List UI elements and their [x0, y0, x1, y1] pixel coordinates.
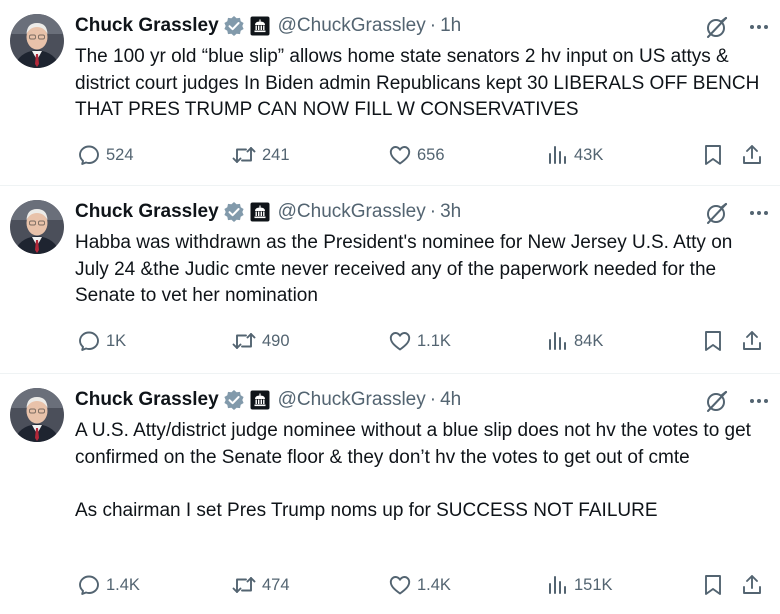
like-count: 1.1K: [417, 331, 451, 350]
separator: ·: [429, 15, 437, 36]
verified-badge-icon[interactable]: [223, 389, 245, 411]
government-building-icon[interactable]: [250, 390, 270, 410]
views-count: 151K: [574, 575, 613, 594]
grok-icon[interactable]: [704, 200, 730, 231]
views-icon: [549, 146, 566, 164]
author-handle[interactable]: @ChuckGrassley: [278, 15, 426, 37]
avatar[interactable]: [10, 200, 64, 254]
repost-button[interactable]: 241: [231, 143, 290, 167]
bookmark-icon: [705, 145, 721, 165]
tweet-text: The 100 yr old “blue slip” allows home s…: [75, 46, 765, 120]
separator: ·: [429, 389, 437, 410]
avatar[interactable]: [10, 388, 64, 442]
share-icon: [743, 145, 761, 164]
views-count: 43K: [574, 145, 604, 164]
author-name[interactable]: Chuck Grassley: [75, 389, 219, 411]
reply-icon: [79, 575, 99, 595]
separator: ·: [429, 201, 437, 222]
share-button[interactable]: [740, 329, 764, 353]
repost-button[interactable]: 490: [231, 329, 290, 353]
repost-icon: [232, 333, 256, 349]
reply-count: 1K: [106, 331, 127, 350]
like-button[interactable]: 1.1K: [388, 329, 451, 353]
timestamp[interactable]: 3h: [440, 201, 461, 223]
reply-button[interactable]: 1K: [77, 329, 126, 353]
heart-icon: [389, 146, 411, 165]
tweet[interactable]: Chuck Grassley @ChuckGrassley · 3h Habba…: [0, 186, 780, 374]
repost-icon: [232, 147, 256, 163]
action-bar: 1.4K 474 1.4K 151K: [0, 573, 780, 599]
reply-count: 524: [106, 145, 134, 164]
heart-icon: [389, 576, 411, 595]
government-building-icon[interactable]: [250, 16, 270, 36]
tweet[interactable]: Chuck Grassley @ChuckGrassley · 1h The 1…: [0, 0, 780, 186]
reply-count: 1.4K: [106, 575, 140, 594]
grok-icon[interactable]: [704, 388, 730, 419]
like-button[interactable]: 656: [388, 143, 445, 167]
views-button[interactable]: 84K: [547, 329, 603, 353]
repost-icon: [232, 577, 256, 593]
repost-count: 474: [262, 575, 290, 594]
more-icon[interactable]: [750, 200, 768, 226]
grok-icon[interactable]: [704, 14, 730, 45]
timestamp[interactable]: 1h: [440, 15, 461, 37]
like-count: 656: [417, 145, 445, 164]
bookmark-button[interactable]: [702, 329, 724, 353]
like-count: 1.4K: [417, 575, 451, 594]
share-icon: [743, 575, 761, 594]
reply-button[interactable]: 524: [77, 143, 134, 167]
share-button[interactable]: [740, 573, 764, 597]
verified-badge-icon[interactable]: [223, 15, 245, 37]
more-icon[interactable]: [750, 388, 768, 414]
avatar[interactable]: [10, 14, 64, 68]
views-count: 84K: [574, 331, 604, 350]
author-handle[interactable]: @ChuckGrassley: [278, 389, 426, 411]
action-bar: 1K 490 1.1K 84K: [0, 329, 780, 355]
more-icon[interactable]: [750, 14, 768, 40]
author-name[interactable]: Chuck Grassley: [75, 15, 219, 37]
author-handle[interactable]: @ChuckGrassley: [278, 201, 426, 223]
views-button[interactable]: 151K: [547, 573, 613, 597]
tweet-text: A U.S. Atty/district judge nominee witho…: [75, 420, 751, 521]
reply-button[interactable]: 1.4K: [77, 573, 140, 597]
bookmark-button[interactable]: [702, 143, 724, 167]
reply-icon: [79, 145, 99, 165]
share-icon: [743, 331, 761, 350]
government-building-icon[interactable]: [250, 202, 270, 222]
repost-count: 490: [262, 331, 290, 350]
repost-button[interactable]: 474: [231, 573, 290, 597]
bookmark-button[interactable]: [702, 573, 724, 597]
bookmark-icon: [705, 331, 721, 351]
views-icon: [549, 576, 566, 594]
verified-badge-icon[interactable]: [223, 201, 245, 223]
author-name[interactable]: Chuck Grassley: [75, 201, 219, 223]
tweet[interactable]: Chuck Grassley @ChuckGrassley · 4h A U.S…: [0, 374, 780, 614]
bookmark-icon: [705, 575, 721, 595]
tweet-text: Habba was withdrawn as the President's n…: [75, 232, 738, 306]
repost-count: 241: [262, 145, 290, 164]
reply-icon: [79, 331, 99, 351]
like-button[interactable]: 1.4K: [388, 573, 451, 597]
views-button[interactable]: 43K: [547, 143, 603, 167]
share-button[interactable]: [740, 143, 764, 167]
action-bar: 524 241 656 43K: [0, 143, 780, 169]
timestamp[interactable]: 4h: [440, 389, 461, 411]
heart-icon: [389, 332, 411, 351]
views-icon: [549, 332, 566, 350]
